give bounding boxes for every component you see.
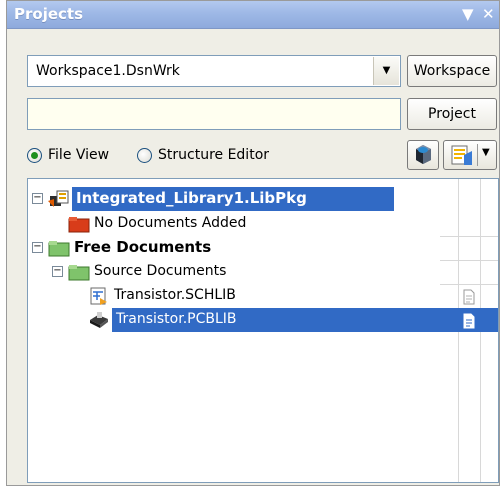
workspace-combo[interactable]: Workspace1.DsnWrk ▼ [27, 55, 401, 87]
tree-item-label: Source Documents [94, 263, 227, 279]
tree-item-schlib[interactable]: Transistor.SCHLIB [28, 284, 498, 309]
tree-item-no-documents[interactable]: No Documents Added [28, 212, 498, 237]
projects-panel: Projects ▼ ✕ Workspace1.DsnWrk ▼ Workspa… [6, 0, 500, 486]
panel-close-icon[interactable]: ✕ [482, 5, 495, 23]
workspace-combo-value: Workspace1.DsnWrk [36, 63, 180, 79]
radio-structure-editor-circle[interactable] [137, 148, 152, 163]
tree-item-label: Transistor.SCHLIB [114, 287, 236, 303]
chevron-down-icon[interactable]: ▼ [373, 57, 399, 85]
radio-file-view-label: File View [48, 147, 110, 163]
panel-titlebar[interactable]: Projects ▼ ✕ [7, 1, 499, 29]
collapse-icon[interactable]: − [52, 266, 63, 277]
dropdown-arrow-icon[interactable]: ▼ [482, 147, 490, 158]
document-options-button[interactable]: ▼ [443, 140, 497, 170]
collapse-icon[interactable]: − [32, 242, 43, 253]
green-folder-icon [48, 241, 70, 257]
tree-item-free-documents[interactable]: − Free Documents [28, 236, 498, 261]
document-status-icon [463, 289, 475, 305]
project-button[interactable]: Project [407, 98, 497, 130]
red-folder-icon [68, 217, 90, 233]
tree-item-label: No Documents Added [94, 215, 247, 231]
green-folder-icon [68, 265, 90, 281]
project-input[interactable] [27, 98, 401, 130]
collapse-icon[interactable]: − [32, 193, 43, 204]
radio-structure-editor-label: Structure Editor [158, 147, 270, 163]
tree-item-pcblib[interactable]: Transistor.PCBLIB [28, 308, 498, 332]
tree-item-label: Free Documents [74, 238, 212, 256]
tree-item-label: Integrated_Library1.LibPkg [76, 189, 307, 207]
project-tree[interactable]: − Integrated_Library1.LibPkg No Document… [27, 178, 499, 483]
tree-item-integrated-library[interactable]: − Integrated_Library1.LibPkg [28, 187, 498, 211]
split-divider [477, 144, 478, 166]
schematic-library-icon [90, 287, 107, 305]
panel-title: Projects [14, 5, 84, 23]
radio-file-view-circle[interactable] [27, 148, 42, 163]
integrated-library-icon [48, 190, 69, 207]
document-status-icon [463, 313, 475, 329]
tree-item-label: Transistor.PCBLIB [116, 311, 237, 327]
tree-item-source-documents[interactable]: − Source Documents [28, 260, 498, 285]
pcb-library-icon [90, 312, 108, 328]
workspace-button[interactable]: Workspace [407, 55, 497, 87]
panel-menu-icon[interactable]: ▼ [462, 5, 474, 23]
project-manager-icon [416, 145, 431, 164]
document-options-icon [451, 145, 472, 165]
project-manager-button[interactable] [407, 140, 439, 170]
